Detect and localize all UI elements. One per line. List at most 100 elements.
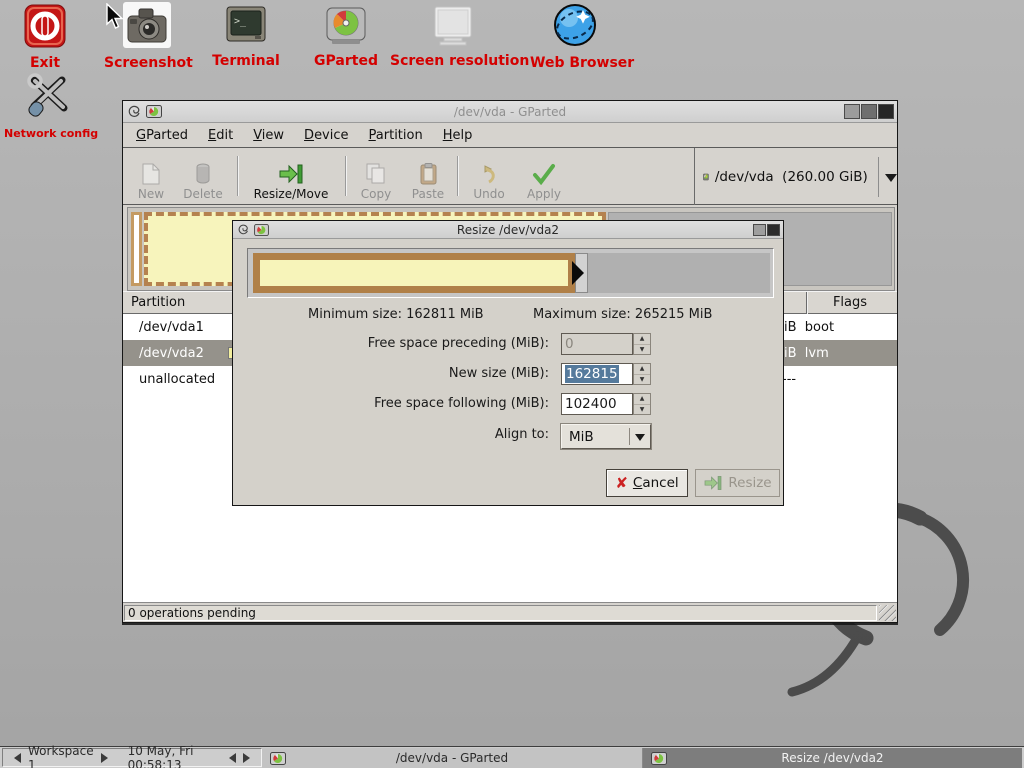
monitor-icon [430, 6, 476, 46]
next-window-icon[interactable] [243, 753, 255, 763]
delete-icon [195, 161, 211, 187]
pending-operations-text: 0 operations pending [128, 606, 256, 620]
toolbar-resize-move-button[interactable]: Resize/Move [243, 152, 339, 201]
toolbar-paste-button[interactable]: Paste [405, 152, 451, 201]
toolbar-delete-button[interactable]: Delete [175, 152, 231, 201]
spin-buttons[interactable]: ▲▼ [633, 393, 651, 415]
spin-up-icon: ▲ [634, 364, 650, 375]
spin-down-icon: ▼ [634, 405, 650, 415]
close-button[interactable] [878, 104, 894, 119]
field-free-space-preceding: Free space preceding (MiB): 0 ▲▼ [233, 333, 785, 355]
menu-partition[interactable]: Partition [359, 125, 433, 146]
partition-used-area [260, 260, 568, 286]
new-size-input[interactable]: 162815 [561, 363, 633, 385]
taskbar-task-gparted[interactable]: /dev/vda - GParted [262, 748, 643, 768]
maximum-size-label: Maximum size: 265215 MiB [533, 307, 712, 322]
toolbar-copy-button[interactable]: Copy [351, 152, 401, 201]
column-header-flags[interactable]: Flags [806, 295, 894, 310]
menu-edit[interactable]: Edit [198, 125, 243, 146]
copy-icon [366, 161, 386, 187]
toolbar-new-button[interactable]: New [129, 152, 173, 201]
menubar: GParted Edit View Device Partition Help [123, 123, 897, 148]
maximize-button[interactable] [861, 104, 877, 119]
desktop-icon-exit[interactable]: Exit [14, 4, 76, 71]
window-title: /dev/vda - GParted [123, 105, 897, 119]
toolbar-apply-button[interactable]: Apply [519, 152, 569, 201]
minimum-size-label: Minimum size: 162811 MiB [308, 307, 484, 322]
resize-move-icon [278, 161, 304, 187]
spin-down-icon: ▼ [634, 345, 650, 355]
resize-arrow-icon [572, 261, 584, 285]
main-window-titlebar[interactable]: /dev/vda - GParted [123, 101, 897, 123]
spin-buttons[interactable]: ▲▼ [633, 363, 651, 385]
dialog-titlebar[interactable]: Resize /dev/vda2 [233, 221, 783, 239]
partition-visual-vda1[interactable] [131, 212, 142, 286]
desktop-icon-label: Network config [4, 127, 92, 140]
toolbar-separator [237, 156, 238, 196]
minimize-button[interactable] [844, 104, 860, 119]
dialog-close-button[interactable] [767, 224, 780, 236]
toolbar-separator [345, 156, 346, 196]
partition-region[interactable] [253, 253, 575, 293]
column-header-partition[interactable]: Partition [131, 295, 185, 310]
power-icon [24, 4, 66, 48]
free-space-following-input[interactable]: 102400 [561, 393, 633, 415]
menu-device[interactable]: Device [294, 125, 358, 146]
desktop-icon-label: Web Browser [530, 55, 620, 71]
toolbar-undo-button[interactable]: Undo [463, 152, 515, 201]
debian-swirl-icon [238, 224, 250, 236]
workspace-label: Workspace 1 [28, 744, 94, 768]
free-space-preceding-input: 0 [561, 333, 633, 355]
field-align-to: Align to: MiB [233, 424, 785, 449]
clock: 10 May, Fri 00:58:13 [128, 744, 211, 768]
svg-text:>_: >_ [234, 16, 247, 27]
free-space-region [588, 253, 770, 293]
mouse-cursor [106, 3, 126, 31]
gparted-mini-icon [270, 752, 286, 765]
taskbar: Workspace 1 10 May, Fri 00:58:13 /dev/vd… [0, 746, 1024, 768]
desktop-icon-terminal[interactable]: >_ Terminal [206, 6, 286, 69]
menu-gparted[interactable]: GParted [126, 125, 198, 146]
apply-check-icon [532, 161, 556, 187]
next-workspace-icon[interactable] [101, 753, 113, 763]
dialog-maximize-button[interactable] [753, 224, 766, 236]
prev-window-icon[interactable] [224, 753, 236, 763]
desktop-icon-screen-resolution[interactable]: Screen resolution [390, 6, 516, 69]
resize-grip[interactable] [879, 605, 896, 621]
task-title: /dev/vda - GParted [262, 751, 642, 765]
camera-icon [123, 2, 171, 48]
desktop-icon-network-config[interactable]: Network config [4, 70, 92, 140]
desktop-icon-web-browser[interactable]: Web Browser [530, 2, 620, 71]
row-flags-fragment: iB boot [784, 320, 834, 335]
toolbar: New Delete Resize/Move Copy Paste [123, 148, 897, 205]
tools-icon [22, 70, 74, 120]
device-combo[interactable]: /dev/vda (260.00 GiB) [695, 148, 897, 205]
prev-workspace-icon[interactable] [9, 753, 21, 763]
undo-icon [479, 161, 499, 187]
task-title: Resize /dev/vda2 [643, 751, 1022, 765]
spin-buttons: ▲▼ [633, 333, 651, 355]
cancel-button[interactable]: ✘ Cancel [606, 469, 688, 497]
menu-view[interactable]: View [243, 125, 294, 146]
spin-up-icon: ▲ [634, 394, 650, 405]
field-new-size: New size (MiB): 162815 ▲▼ [233, 363, 785, 385]
field-free-space-following: Free space following (MiB): 102400 ▲▼ [233, 393, 785, 415]
workspace-pager: Workspace 1 10 May, Fri 00:58:13 [2, 748, 262, 767]
statusbar: 0 operations pending [123, 602, 897, 622]
device-combo-value: /dev/vda (260.00 GiB) [715, 169, 868, 185]
gparted-mini-icon [651, 752, 667, 765]
spin-down-icon: ▼ [634, 375, 650, 385]
resize-slider-widget[interactable] [247, 248, 774, 298]
spin-up-icon: ▲ [634, 334, 650, 345]
terminal-icon: >_ [225, 6, 267, 46]
chevron-down-icon [635, 434, 645, 446]
desktop-icon-gparted[interactable]: GParted [306, 6, 386, 69]
toolbar-separator [457, 156, 458, 196]
desktop-icon-label: Screenshot [104, 55, 190, 71]
align-to-combo[interactable]: MiB [561, 424, 651, 449]
menu-help[interactable]: Help [433, 125, 483, 146]
taskbar-task-resize-dialog[interactable]: Resize /dev/vda2 [643, 748, 1022, 768]
resize-button-disabled[interactable]: Resize [695, 469, 780, 497]
desktop-icon-label: Terminal [206, 53, 286, 69]
chevron-down-icon [885, 174, 897, 188]
